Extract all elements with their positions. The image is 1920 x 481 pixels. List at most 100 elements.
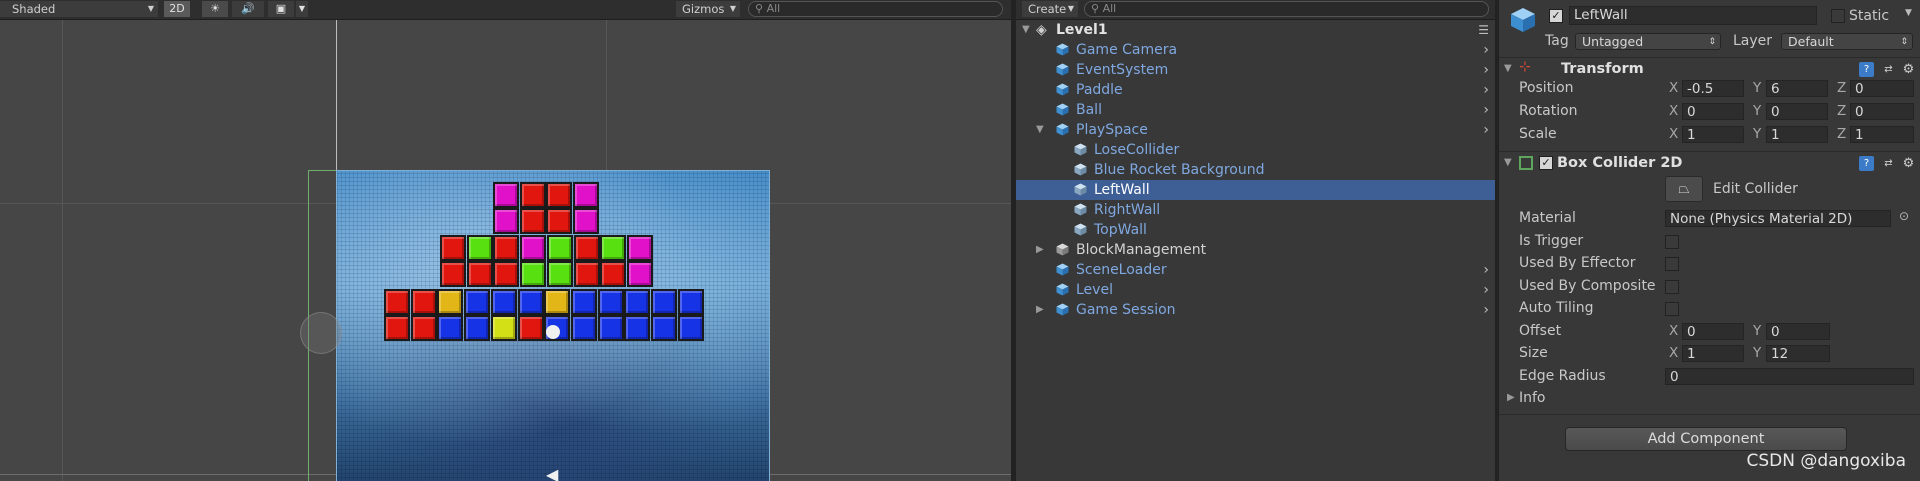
brick-block[interactable]: [490, 315, 517, 341]
brick-block[interactable]: [677, 315, 704, 341]
prefab-open-arrow-icon[interactable]: ›: [1483, 40, 1489, 60]
edge-radius-input[interactable]: 0: [1665, 368, 1914, 385]
position-y-input[interactable]: 6: [1766, 80, 1828, 97]
effects-toggle-icon[interactable]: ▣: [268, 1, 294, 17]
auto-tiling-checkbox[interactable]: [1665, 302, 1679, 316]
brick-block[interactable]: [546, 182, 573, 208]
effects-dropdown-arrow-icon[interactable]: ▼: [296, 1, 308, 17]
scale-z-input[interactable]: 1: [1850, 126, 1914, 143]
hierarchy-search-input[interactable]: ⚲ All: [1084, 1, 1489, 17]
brick-block[interactable]: [624, 315, 651, 341]
brick-block[interactable]: [517, 289, 544, 315]
prefab-open-arrow-icon[interactable]: ›: [1483, 120, 1489, 140]
brick-block[interactable]: [520, 261, 547, 287]
tag-dropdown[interactable]: Untagged ⇕: [1575, 33, 1721, 50]
brick-block[interactable]: [493, 182, 519, 208]
brick-block[interactable]: [573, 235, 600, 261]
hierarchy-item[interactable]: LoseCollider: [1016, 140, 1495, 160]
offset-y-input[interactable]: 0: [1766, 323, 1830, 340]
brick-block[interactable]: [624, 289, 651, 315]
position-x-input[interactable]: -0.5: [1682, 80, 1744, 97]
add-component-button[interactable]: Add Component: [1565, 427, 1847, 451]
hierarchy-item[interactable]: ▶ Game Session ›: [1016, 300, 1495, 320]
preset-icon[interactable]: ⇄: [1881, 156, 1896, 171]
brick-block[interactable]: [517, 315, 544, 341]
object-picker-icon[interactable]: ⊙: [1899, 209, 1909, 223]
brick-block[interactable]: [626, 261, 653, 287]
scene-root-row[interactable]: ▼ ◈ Level1 ☰: [1016, 20, 1495, 40]
brick-block[interactable]: [519, 182, 546, 208]
collapse-arrow-icon[interactable]: ▼: [1036, 120, 1044, 140]
gizmos-dropdown[interactable]: Gizmos ▼: [676, 1, 740, 17]
brick-block[interactable]: [437, 289, 464, 315]
scene-canvas[interactable]: ◀: [0, 20, 1011, 481]
transform-header[interactable]: ▼ ⊹ Transform ? ⇄ ⚙: [1499, 57, 1920, 80]
brick-block[interactable]: [626, 235, 653, 261]
brick-block[interactable]: [573, 208, 600, 234]
circle-gizmo-handle[interactable]: [300, 312, 342, 354]
hierarchy-item[interactable]: EventSystem ›: [1016, 60, 1495, 80]
brick-block[interactable]: [677, 289, 704, 315]
active-checkbox[interactable]: ✓: [1549, 9, 1563, 23]
expand-arrow-icon[interactable]: ▶: [1036, 300, 1044, 320]
scene-search-input[interactable]: ⚲ All: [748, 1, 1003, 17]
used-by-composite-checkbox[interactable]: [1665, 280, 1679, 294]
prefab-open-arrow-icon[interactable]: ›: [1483, 300, 1489, 320]
expand-arrow-icon[interactable]: ▶: [1507, 392, 1515, 403]
scene-view-panel[interactable]: Shaded ▼ 2D ☀ 🔊 ▣ ▼ Gizmos ▼ ⚲ All ◀: [0, 0, 1011, 481]
scale-y-input[interactable]: 1: [1766, 126, 1828, 143]
used-by-effector-checkbox[interactable]: [1665, 257, 1679, 271]
hierarchy-item[interactable]: LeftWall: [1016, 180, 1495, 200]
offset-x-input[interactable]: 0: [1682, 323, 1744, 340]
hierarchy-item[interactable]: TopWall: [1016, 220, 1495, 240]
brick-block[interactable]: [410, 315, 437, 341]
collider-enabled-checkbox[interactable]: ✓: [1539, 156, 1553, 170]
brick-block[interactable]: [600, 235, 627, 261]
prefab-open-arrow-icon[interactable]: ›: [1483, 100, 1489, 120]
is-trigger-checkbox[interactable]: [1665, 235, 1679, 249]
2d-toggle-button[interactable]: 2D: [164, 1, 190, 17]
lighting-toggle-icon[interactable]: ☀: [202, 1, 228, 17]
hierarchy-item[interactable]: SceneLoader ›: [1016, 260, 1495, 280]
static-dropdown-arrow-icon[interactable]: ▼: [1905, 8, 1912, 18]
brick-block[interactable]: [573, 182, 600, 208]
box-collider-2d-header[interactable]: ▼ ✓ Box Collider 2D ? ⇄ ⚙: [1499, 151, 1920, 174]
info-foldout-label[interactable]: Info: [1519, 388, 1619, 408]
brick-block[interactable]: [493, 261, 520, 287]
collapse-arrow-icon[interactable]: ▼: [1504, 63, 1512, 74]
brick-block[interactable]: [546, 261, 573, 287]
brick-block[interactable]: [384, 289, 410, 315]
scene-menu-icon[interactable]: ☰: [1478, 20, 1489, 40]
brick-block[interactable]: [437, 315, 464, 341]
preset-icon[interactable]: ⇄: [1881, 62, 1896, 77]
object-name-input[interactable]: LeftWall: [1569, 6, 1817, 25]
expand-arrow-icon[interactable]: ▶: [1036, 240, 1044, 260]
shading-mode-dropdown[interactable]: Shaded ▼: [0, 1, 158, 17]
brick-block[interactable]: [410, 289, 437, 315]
brick-block[interactable]: [600, 261, 627, 287]
brick-block[interactable]: [570, 315, 597, 341]
brick-block[interactable]: [519, 208, 546, 234]
hierarchy-item[interactable]: Ball ›: [1016, 100, 1495, 120]
create-dropdown[interactable]: Create ▼: [1022, 1, 1078, 17]
edit-collider-button[interactable]: ⏢: [1665, 176, 1703, 202]
brick-block[interactable]: [466, 235, 493, 261]
brick-block[interactable]: [597, 289, 624, 315]
prefab-open-arrow-icon[interactable]: ›: [1483, 260, 1489, 280]
material-object-field[interactable]: None (Physics Material 2D): [1665, 210, 1891, 227]
hierarchy-item[interactable]: Level ›: [1016, 280, 1495, 300]
brick-block[interactable]: [464, 289, 491, 315]
prefab-open-arrow-icon[interactable]: ›: [1483, 280, 1489, 300]
brick-block[interactable]: [544, 289, 571, 315]
brick-block[interactable]: [520, 235, 547, 261]
size-y-input[interactable]: 12: [1766, 345, 1830, 362]
settings-gear-icon[interactable]: ⚙: [1901, 156, 1916, 171]
brick-block[interactable]: [493, 235, 520, 261]
help-icon[interactable]: ?: [1859, 156, 1874, 171]
rotation-z-input[interactable]: 0: [1850, 103, 1914, 120]
collapse-arrow-icon[interactable]: ▼: [1504, 157, 1512, 168]
brick-block[interactable]: [490, 289, 517, 315]
hierarchy-item[interactable]: RightWall: [1016, 200, 1495, 220]
static-checkbox[interactable]: [1831, 9, 1845, 23]
brick-block[interactable]: [493, 208, 519, 234]
